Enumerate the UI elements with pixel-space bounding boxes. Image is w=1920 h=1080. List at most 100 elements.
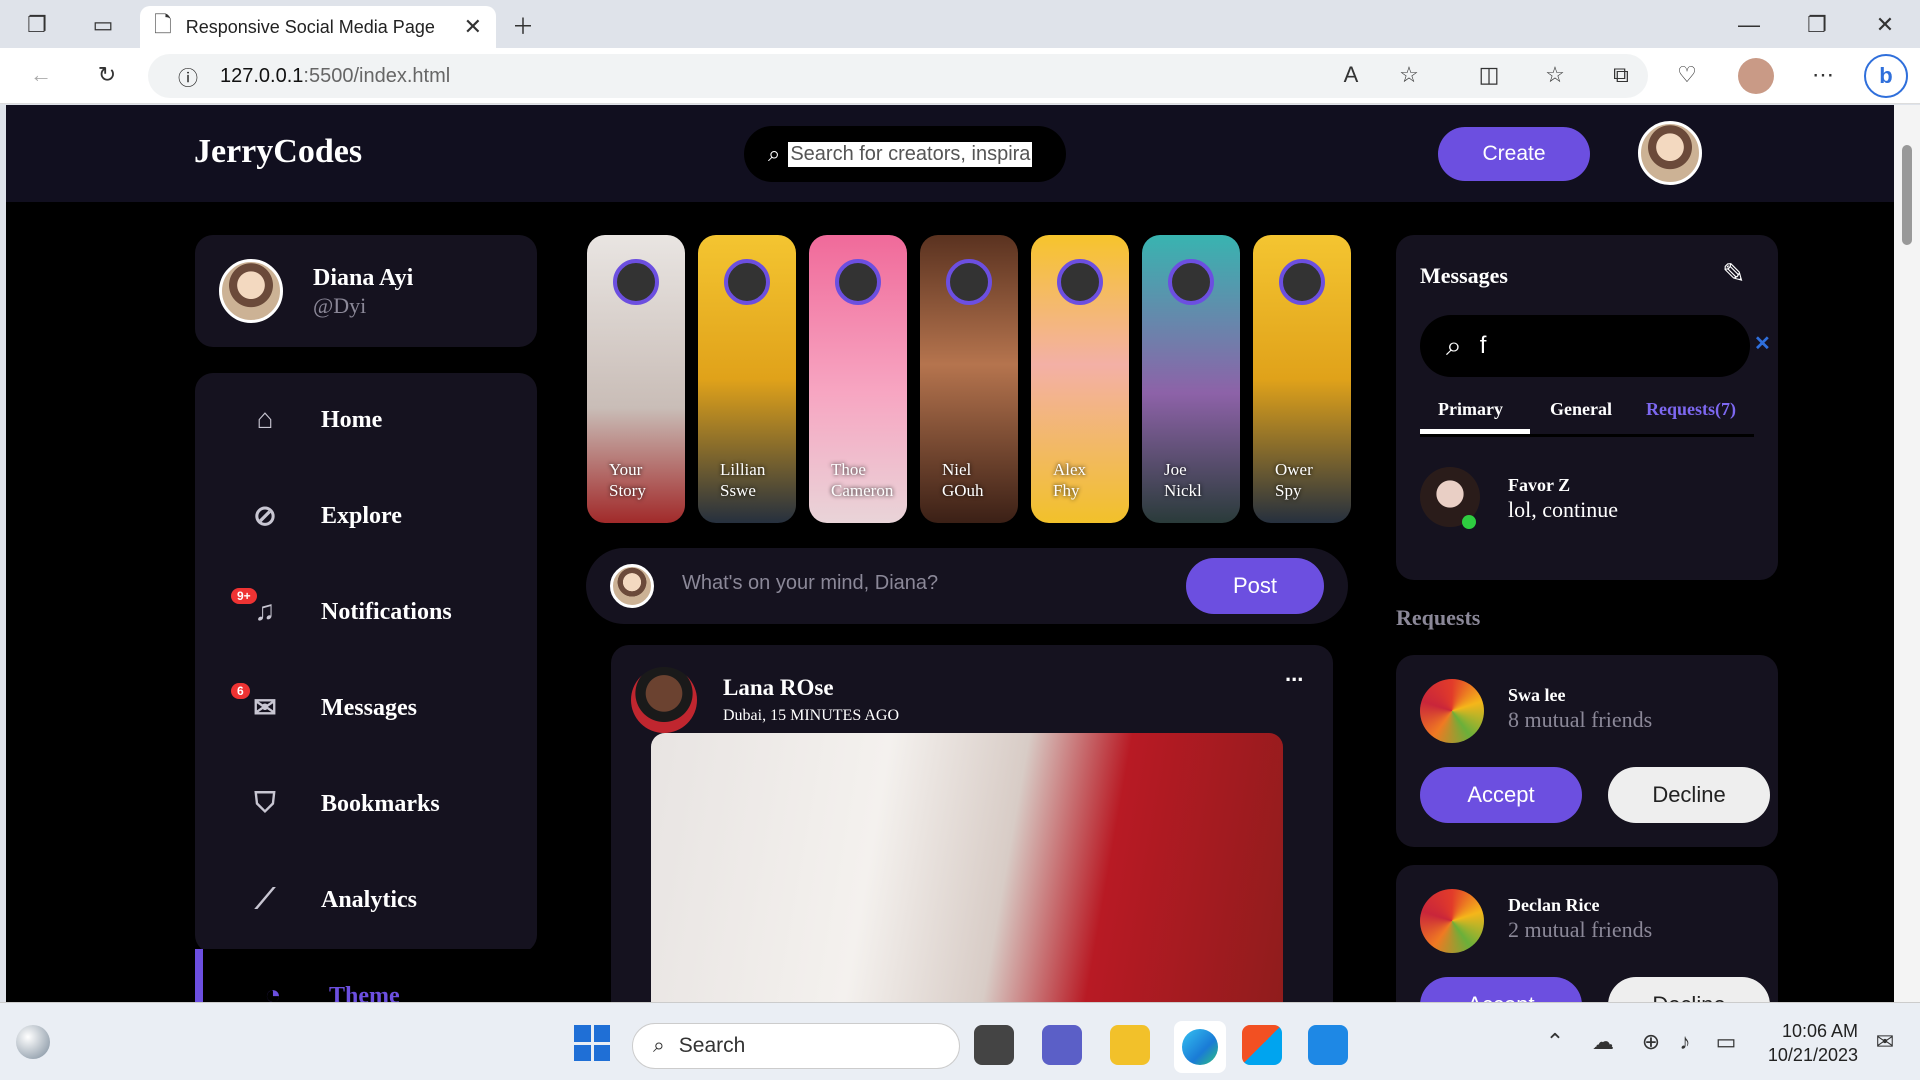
story-card[interactable]: Thoe Cameron [809, 235, 907, 523]
onedrive-icon[interactable]: ☁ [1590, 1027, 1616, 1057]
browser-tab-bar: ❐ ▭ 🗋 Responsive Social Media Page ✕ ＋ —… [0, 0, 1920, 48]
edge-taskbar-button[interactable] [1174, 1021, 1226, 1073]
workspaces-icon[interactable]: ❐ [22, 10, 52, 40]
story-card[interactable]: Alex Fhy [1031, 235, 1129, 523]
profile-name: Diana Ayi [313, 265, 414, 291]
collections-icon[interactable]: ⧉ [1606, 60, 1636, 90]
teams-icon[interactable] [1042, 1025, 1082, 1065]
minimize-icon[interactable]: — [1734, 10, 1764, 40]
clear-search-icon[interactable]: ✕ [1754, 331, 1771, 356]
story-card[interactable]: Lillian Sswe [698, 235, 796, 523]
vscode-icon[interactable] [1308, 1025, 1348, 1065]
author-avatar[interactable] [631, 667, 697, 733]
requests-title: Requests [1396, 605, 1481, 630]
chevron-up-icon[interactable]: ⌃ [1542, 1027, 1568, 1057]
home-icon: ⌂ [256, 404, 274, 435]
read-aloud-icon[interactable]: A [1336, 60, 1366, 90]
compose-message-icon[interactable]: ✎ [1722, 257, 1745, 290]
tab-requests[interactable]: Requests(7) [1646, 399, 1736, 420]
request-avatar[interactable] [1420, 889, 1484, 953]
search-placeholder: Search for creators, inspira [788, 141, 1033, 167]
new-tab-icon[interactable]: ＋ [508, 10, 538, 40]
info-icon[interactable]: ⓘ [178, 62, 198, 91]
decline-button[interactable]: Decline [1608, 977, 1770, 1002]
creator-search-input[interactable]: ⌕ Search for creators, inspira [744, 126, 1066, 182]
bing-icon[interactable]: b [1864, 54, 1908, 98]
browser-tab[interactable]: 🗋 Responsive Social Media Page ✕ [140, 6, 496, 48]
back-icon[interactable]: ← [26, 60, 56, 90]
palette-icon: ◔ [264, 980, 282, 1002]
sidebar-item-notifications[interactable]: ♫ 9+ Notifications [195, 565, 537, 659]
story-avatar [946, 259, 992, 305]
network-icon[interactable]: ⊕ [1638, 1027, 1664, 1057]
sidebar-item-explore[interactable]: ⊘ Explore [195, 469, 537, 563]
sidebar-item-label: Explore [321, 502, 402, 529]
restore-icon[interactable]: ❐ [1802, 10, 1832, 40]
post-options-icon[interactable]: ... [1285, 661, 1303, 687]
tab-general[interactable]: General [1550, 399, 1612, 420]
sidebar-item-label: Messages [321, 694, 417, 721]
post-author[interactable]: Lana ROse [723, 675, 834, 701]
tab-primary[interactable]: Primary [1438, 399, 1503, 420]
message-sender[interactable]: Favor Z [1508, 475, 1570, 496]
create-button[interactable]: Create [1438, 127, 1590, 181]
volume-icon[interactable]: ♪ [1672, 1027, 1698, 1057]
sidebar-item-analytics[interactable]: ⟋ Analytics [195, 853, 537, 947]
clock-date[interactable]: 10/21/2023 [1762, 1045, 1858, 1066]
story-name: Your [609, 460, 643, 479]
accept-button[interactable]: Accept [1420, 767, 1582, 823]
taskbar-search[interactable]: ⌕ Search [632, 1023, 960, 1069]
post-photo[interactable] [651, 733, 1283, 1002]
tab-actions-icon[interactable]: ▭ [88, 10, 118, 40]
request-name[interactable]: Swa lee [1508, 685, 1566, 706]
accept-button[interactable]: Accept [1420, 977, 1582, 1002]
sidebar-item-home[interactable]: ⌂ Home [195, 373, 537, 467]
sidebar-item-theme[interactable]: ◔ Theme [195, 949, 537, 1002]
profile-avatar [219, 259, 283, 323]
refresh-icon[interactable]: ↻ [92, 60, 122, 90]
post-meta: Dubai, 15 MINUTES AGO [723, 707, 899, 724]
web-page: JerryCodes ⌕ Search for creators, inspir… [6, 105, 1894, 1002]
notification-center-icon[interactable]: ✉ [1872, 1027, 1898, 1057]
story-card[interactable]: Niel GOuh [920, 235, 1018, 523]
decline-button[interactable]: Decline [1608, 767, 1770, 823]
weather-icon[interactable] [16, 1025, 50, 1059]
split-screen-icon[interactable]: ◫ [1474, 60, 1504, 90]
more-menu-icon[interactable]: ⋯ [1808, 60, 1838, 90]
browser-toolbar: ← ↻ ⓘ 127.0.0.1:5500/index.html A ☆ ◫ ☆ … [0, 48, 1920, 104]
profile-handle: @Dyi [313, 293, 367, 318]
file-explorer-icon[interactable] [1110, 1025, 1150, 1065]
favorites-icon[interactable]: ☆ [1540, 60, 1570, 90]
battery-icon[interactable]: ▭ [1712, 1027, 1740, 1057]
close-window-icon[interactable]: ✕ [1870, 10, 1900, 40]
store-icon[interactable] [1242, 1025, 1282, 1065]
task-view-icon[interactable] [974, 1025, 1014, 1065]
start-icon[interactable] [574, 1025, 610, 1061]
clock-time[interactable]: 10:06 AM [1762, 1021, 1858, 1042]
health-icon[interactable]: ♡ [1672, 60, 1702, 90]
request-name[interactable]: Declan Rice [1508, 895, 1599, 916]
story-card[interactable]: Ower Spy [1253, 235, 1351, 523]
request-avatar[interactable] [1420, 679, 1484, 743]
message-search-input[interactable]: ⌕ f [1420, 315, 1750, 377]
logo[interactable]: JerryCodes [194, 133, 362, 171]
request-card: Declan Rice 2 mutual friends Accept Decl… [1396, 865, 1778, 1002]
sidebar-item-messages[interactable]: ✉ 6 Messages [195, 661, 537, 755]
envelope-icon: ✉ 6 [231, 683, 285, 725]
page-scrollbar[interactable] [1894, 105, 1920, 1002]
story-card[interactable]: Joe Nickl [1142, 235, 1240, 523]
favorite-star-icon[interactable]: ☆ [1394, 60, 1424, 90]
scrollbar-thumb[interactable] [1902, 145, 1912, 245]
browser-profile-avatar[interactable] [1738, 58, 1774, 94]
composer-input[interactable]: What's on your mind, Diana? [682, 572, 938, 595]
close-tab-icon[interactable]: ✕ [464, 14, 482, 40]
sidebar-item-label: Analytics [321, 886, 417, 913]
sidebar-item-label: Bookmarks [321, 790, 440, 817]
sidebar-item-bookmarks[interactable]: ⛉ Bookmarks [195, 757, 537, 851]
user-avatar[interactable] [1638, 121, 1702, 185]
profile-card[interactable]: Diana Ayi @Dyi [195, 235, 537, 347]
story-card[interactable]: Your Story [587, 235, 685, 523]
compass-icon: ⊘ [253, 501, 277, 532]
post-button[interactable]: Post [1186, 558, 1324, 614]
notification-count-badge: 9+ [231, 588, 257, 604]
